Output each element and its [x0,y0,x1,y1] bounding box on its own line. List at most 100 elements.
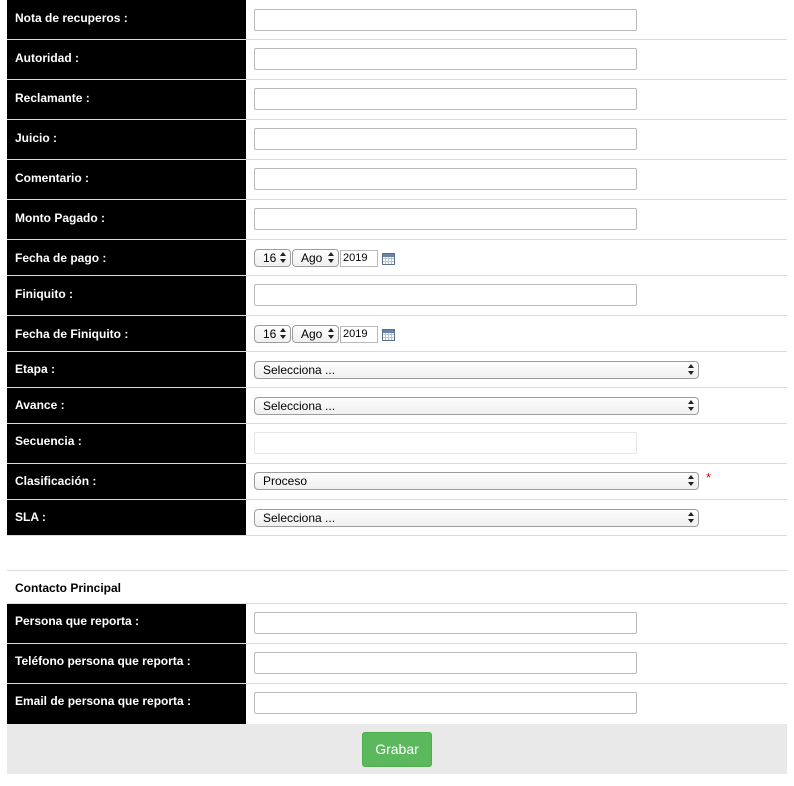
row-monto-pagado: Monto Pagado : [7,200,787,240]
autoridad-label: Autoridad : [15,51,79,65]
row-sla: SLA : Selecciona ... [7,500,787,536]
avance-value: Selecciona ... [263,399,336,413]
calendar-icon[interactable] [382,329,395,341]
reclamante-input[interactable] [254,88,637,110]
comentario-input[interactable] [254,168,637,190]
clasificacion-field: Proceso * [254,470,724,492]
fecha-finiquito-label: Fecha de Finiquito : [15,327,129,341]
persona-reporta-input[interactable] [254,612,637,634]
label-cell: Monto Pagado : [7,200,246,239]
etapa-select[interactable]: Selecciona ... [254,361,699,379]
sla-value: Selecciona ... [263,511,336,525]
clasificacion-label: Clasificación : [15,474,97,488]
select-arrows-icon [328,328,334,340]
telefono-reporta-input[interactable] [254,652,637,674]
calendar-icon[interactable] [382,253,395,265]
row-clasificacion: Clasificación : Proceso * [7,464,787,500]
select-arrows-icon [688,475,694,487]
row-telefono-reporta: Teléfono persona que reporta : [7,644,787,684]
label-cell: Autoridad : [7,40,246,79]
nota-recuperos-input[interactable] [254,9,637,31]
monto-pagado-label: Monto Pagado : [15,211,105,225]
label-cell: Comentario : [7,160,246,199]
email-reporta-label: Email de persona que reporta : [15,694,192,708]
secuencia-label: Secuencia : [15,434,82,448]
label-cell: Fecha de Finiquito : [7,316,246,351]
email-reporta-input[interactable] [254,692,637,714]
label-cell: Nota de recuperos : [7,0,246,39]
fecha-pago-year-input[interactable]: 2019 [340,250,378,267]
select-arrows-icon [688,364,694,376]
grabar-button[interactable]: Grabar [362,732,432,767]
sla-label: SLA : [15,510,46,524]
month-value: Ago [301,327,323,341]
nota-recuperos-label: Nota de recuperos : [15,11,128,25]
row-fecha-finiquito: Fecha de Finiquito : 16 Ago 2019 [7,316,787,352]
label-cell: Teléfono persona que reporta : [7,644,246,683]
row-avance: Avance : Selecciona ... [7,388,787,424]
row-autoridad: Autoridad : [7,40,787,80]
clasificacion-select[interactable]: Proceso [254,472,699,490]
sla-select[interactable]: Selecciona ... [254,509,699,527]
row-nota-recuperos: Nota de recuperos : [7,0,787,40]
row-fecha-pago: Fecha de pago : 16 Ago 2019 [7,240,787,276]
select-arrows-icon [328,252,334,264]
month-value: Ago [301,251,323,265]
fecha-finiquito-day-select[interactable]: 16 [254,325,291,343]
fecha-pago-day-select[interactable]: 16 [254,249,291,267]
required-mark: * [706,470,712,485]
juicio-label: Juicio : [15,131,58,145]
label-cell: SLA : [7,500,246,535]
row-persona-reporta: Persona que reporta : [7,604,787,644]
row-etapa: Etapa : Selecciona ... [7,352,787,388]
day-value: 16 [263,251,277,265]
contacto-section-header: Contacto Principal [7,570,787,604]
label-cell: Email de persona que reporta : [7,684,246,724]
fecha-pago-picker: 16 Ago 2019 [254,249,404,269]
select-arrows-icon [688,400,694,412]
fecha-pago-month-select[interactable]: Ago [292,249,339,267]
row-finiquito: Finiquito : [7,276,787,316]
row-reclamante: Reclamante : [7,80,787,120]
monto-pagado-input[interactable] [254,208,637,230]
label-cell: Etapa : [7,352,246,387]
label-cell: Fecha de pago : [7,240,246,275]
label-cell: Avance : [7,388,246,423]
etapa-label: Etapa : [15,362,56,376]
row-secuencia: Secuencia : [7,424,787,464]
label-cell: Juicio : [7,120,246,159]
row-comentario: Comentario : [7,160,787,200]
persona-reporta-label: Persona que reporta : [15,614,140,628]
label-cell: Finiquito : [7,276,246,315]
fecha-finiquito-year-input[interactable]: 2019 [340,326,378,343]
form-footer: Grabar [7,724,787,774]
select-arrows-icon [280,252,286,264]
label-cell: Secuencia : [7,424,246,463]
finiquito-label: Finiquito : [15,287,73,301]
select-arrows-icon [688,512,694,524]
select-arrows-icon [280,328,286,340]
contacto-title: Contacto Principal [15,581,122,595]
reclamante-label: Reclamante : [15,91,90,105]
etapa-value: Selecciona ... [263,363,336,377]
secuencia-input [254,432,637,454]
finiquito-input[interactable] [254,284,637,306]
claim-form: Nota de recuperos : Autoridad : Reclaman… [7,0,787,774]
label-cell: Clasificación : [7,464,246,499]
label-cell: Reclamante : [7,80,246,119]
fecha-pago-label: Fecha de pago : [15,251,107,265]
comentario-label: Comentario : [15,171,90,185]
row-juicio: Juicio : [7,120,787,160]
juicio-input[interactable] [254,128,637,150]
row-email-reporta: Email de persona que reporta : [7,684,787,724]
label-cell: Persona que reporta : [7,604,246,643]
day-value: 16 [263,327,277,341]
avance-select[interactable]: Selecciona ... [254,397,699,415]
fecha-finiquito-month-select[interactable]: Ago [292,325,339,343]
autoridad-input[interactable] [254,48,637,70]
avance-label: Avance : [15,398,65,412]
clasificacion-value: Proceso [263,474,308,488]
fecha-finiquito-picker: 16 Ago 2019 [254,325,404,345]
telefono-reporta-label: Teléfono persona que reporta : [15,654,191,668]
